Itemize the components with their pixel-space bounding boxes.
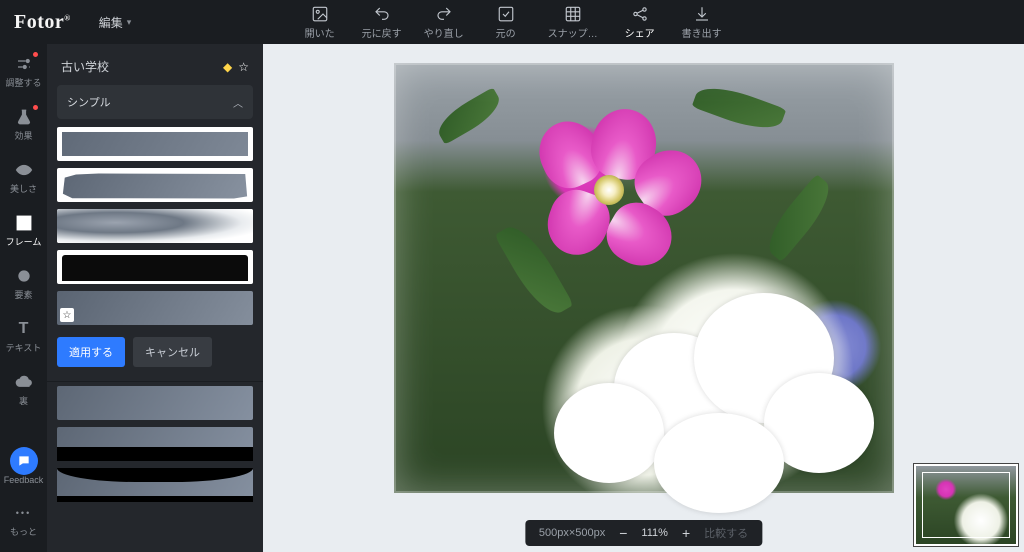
rail-beauty[interactable]: 美しさ: [0, 158, 47, 197]
tool-snap[interactable]: スナップ…: [548, 5, 598, 40]
rail-label: Feedback: [4, 475, 44, 485]
frame-thumb[interactable]: [57, 127, 253, 161]
rail-effect[interactable]: 効果: [0, 105, 47, 144]
sticker-icon: [14, 266, 34, 286]
tool-label: シェア: [625, 25, 655, 40]
canvas-dimensions: 500px×500px: [539, 527, 605, 539]
panel-actions: 適用する キャンセル: [47, 325, 263, 381]
zoom-out-button[interactable]: −: [619, 525, 627, 541]
chevron-up-icon: ︿: [233, 95, 243, 110]
premium-badge[interactable]: ◆☆: [223, 60, 249, 74]
frame-thumb[interactable]: [57, 386, 253, 420]
rail-label: 裏: [19, 394, 28, 407]
redo-icon: [435, 5, 453, 23]
swap-icon: [497, 5, 515, 23]
text-icon: T: [14, 319, 34, 339]
frame-thumb[interactable]: [57, 168, 253, 202]
accordion-simple[interactable]: シンプル ︿: [57, 85, 253, 119]
zoom-in-button[interactable]: +: [682, 525, 690, 541]
frame-thumb[interactable]: [57, 250, 253, 284]
rail-adjust[interactable]: 調整する: [0, 52, 47, 91]
tool-label: スナップ…: [548, 25, 598, 40]
undo-icon: [373, 5, 391, 23]
accordion-label: シンプル: [67, 94, 111, 110]
rail-frame[interactable]: フレーム: [0, 211, 47, 250]
rail-feedback[interactable]: Feedback: [4, 445, 44, 487]
cloud-upload-icon: [14, 372, 34, 392]
sliders-icon: [14, 54, 34, 74]
frame-thumb-selected[interactable]: ☆: [57, 291, 253, 325]
tool-label: 元に戻す: [362, 25, 402, 40]
frame-icon: [14, 213, 34, 233]
edit-menu[interactable]: 編集 ▾: [99, 14, 132, 31]
edit-menu-label: 編集: [99, 14, 123, 31]
dots-icon: •••: [14, 503, 34, 523]
cancel-button[interactable]: キャンセル: [133, 337, 212, 367]
share-icon: [631, 5, 649, 23]
tool-export[interactable]: 書き出す: [682, 5, 722, 40]
tool-redo[interactable]: やり直し: [424, 5, 464, 40]
favorite-toggle-icon[interactable]: ☆: [60, 308, 74, 322]
tool-label: やり直し: [424, 25, 464, 40]
image-icon: [311, 5, 329, 23]
rail-text[interactable]: T テキスト: [0, 317, 47, 356]
grid-icon: [564, 5, 582, 23]
frame-thumb[interactable]: [57, 468, 253, 502]
canvas[interactable]: [394, 63, 894, 493]
tool-undo[interactable]: 元に戻す: [362, 5, 402, 40]
rail-element[interactable]: 要素: [0, 264, 47, 303]
tool-label: 元の: [496, 25, 516, 40]
frame-list: ☆: [47, 127, 263, 325]
download-icon: [693, 5, 711, 23]
top-bar: Fotor® 編集 ▾ 開いた 元に戻す やり直し 元の スナップ… シェア: [0, 0, 1024, 44]
flask-icon: [14, 107, 34, 127]
tool-label: 開いた: [305, 25, 335, 40]
logo: Fotor®: [14, 11, 71, 34]
rail-cloud[interactable]: 裏: [0, 370, 47, 409]
chat-icon: [10, 447, 38, 475]
zoom-value: 111%: [641, 527, 668, 539]
zoom-bar: 500px×500px − 111% + 比較する: [525, 520, 762, 546]
other-frames: [47, 381, 263, 512]
rail-label: 調整する: [5, 76, 41, 89]
tool-original[interactable]: 元の: [486, 5, 526, 40]
tool-label: 書き出す: [682, 25, 722, 40]
favorite-icon[interactable]: ☆: [238, 60, 249, 74]
rail-label: 効果: [14, 129, 32, 142]
canvas-area: 500px×500px − 111% + 比較する: [263, 44, 1024, 552]
compare-button[interactable]: 比較する: [704, 525, 748, 541]
rail-label: 美しさ: [10, 182, 37, 195]
tool-share[interactable]: シェア: [620, 5, 660, 40]
top-toolbar: 開いた 元に戻す やり直し 元の スナップ… シェア 書き出す: [131, 5, 890, 40]
rail-label: 要素: [14, 288, 32, 301]
rail-label: テキスト: [6, 341, 42, 354]
rail-more[interactable]: ••• もっと: [4, 501, 44, 540]
apply-button[interactable]: 適用する: [57, 337, 125, 367]
side-panel: 古い学校 ◆☆ シンプル ︿ ☆ 適用する キャンセル: [47, 44, 263, 552]
panel-header: 古い学校 ◆☆: [47, 44, 263, 85]
rail-label: フレーム: [6, 235, 42, 248]
left-rail: 調整する 効果 美しさ フレーム 要素 T テキスト 裏: [0, 44, 47, 552]
panel-title: 古い学校: [61, 58, 109, 75]
eye-icon: [14, 160, 34, 180]
frame-thumb[interactable]: [57, 209, 253, 243]
mini-preview[interactable]: [914, 464, 1018, 546]
rail-label: もっと: [10, 525, 37, 538]
tool-open[interactable]: 開いた: [300, 5, 340, 40]
frame-thumb[interactable]: [57, 427, 253, 461]
